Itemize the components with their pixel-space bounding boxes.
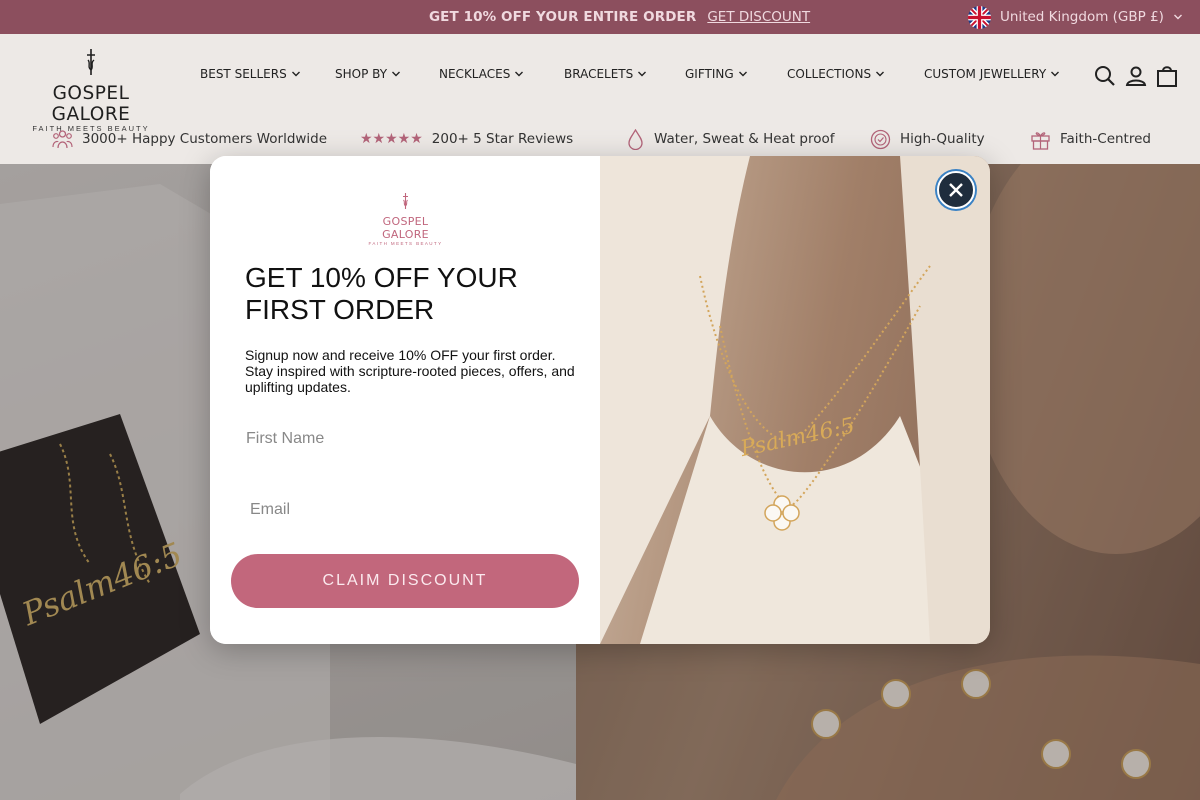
nav-label: BRACELETS [564,67,634,81]
usp-label: 3000+ Happy Customers Worldwide [82,131,328,147]
cross-figure-icon [403,193,408,209]
chevron-down-icon [738,71,747,77]
usp-quality: High-Quality [870,128,985,150]
chevron-down-icon [392,71,401,77]
modal-description: Signup now and receive 10% OFF your firs… [245,347,575,395]
nav-bracelets[interactable]: BRACELETS [564,64,647,84]
announcement-text: GET 10% OFF YOUR ENTIRE ORDER [429,9,697,25]
site-header: GOSPEL GALORE FAITH MEETS BEAUTY BEST SE… [0,34,1200,164]
gift-icon [1031,131,1050,150]
usp-customers: 3000+ Happy Customers Worldwide [52,128,327,150]
modal-logo-text: GOSPEL GALORE [382,215,429,241]
nav-custom-jewellery[interactable]: CUSTOM JEWELLERY [924,64,1060,84]
account-icon[interactable] [1124,64,1148,88]
chevron-down-icon [1051,71,1060,77]
email-input[interactable] [250,493,570,527]
nav-best-sellers[interactable]: BEST SELLERS [200,64,301,84]
nav-gifting[interactable]: GIFTING [685,64,748,84]
chevron-down-icon [291,71,300,77]
droplet-icon [628,128,643,150]
modal-title: GET 10% OFF YOUR FIRST ORDER [245,262,518,325]
announcement-center: GET 10% OFF YOUR ENTIRE ORDER GET DISCOU… [429,0,810,34]
logo-text: GOSPEL GALORE [51,83,131,125]
nav-collections[interactable]: COLLECTIONS [787,64,885,84]
announcement-bar: GET 10% OFF YOUR ENTIRE ORDER GET DISCOU… [0,0,1200,34]
close-icon [949,183,963,197]
usp-reviews: ★★★★★ 200+ 5 Star Reviews [360,128,573,150]
five-star-rating-icon: ★★★★★ [360,131,423,147]
close-modal-button[interactable] [937,171,975,209]
chevron-down-icon [876,71,885,77]
usp-label: 200+ 5 Star Reviews [431,131,574,147]
nav-label: GIFTING [685,67,734,81]
usp-label: Faith-Centred [1060,131,1151,147]
cross-figure-icon [87,49,95,75]
chevron-down-icon [515,71,524,77]
chevron-down-icon [638,71,647,77]
nav-label: BEST SELLERS [200,67,287,81]
country-label: United Kingdom (GBP £) [1000,9,1164,25]
search-icon[interactable] [1093,64,1117,88]
discount-modal: GOSPEL GALORE FAITH MEETS BEAUTY GET 10%… [210,156,990,644]
usp-waterproof: Water, Sweat & Heat proof [626,128,835,150]
modal-logo-tagline: FAITH MEETS BEAUTY [368,241,443,246]
get-discount-link[interactable]: GET DISCOUNT [707,9,810,25]
necklace-pendant-text: Psalm46:5 [737,413,857,462]
usp-label: High-Quality [900,131,985,147]
first-name-input[interactable] [246,422,566,456]
necklace-model-illustration: Psalm46:5 [600,156,990,644]
usp-faith: Faith-Centred [1030,128,1151,150]
chevron-down-icon [1173,14,1182,20]
claim-discount-button[interactable]: CLAIM DISCOUNT [231,554,579,608]
usp-label: Water, Sweat & Heat proof [654,131,835,147]
cart-icon[interactable] [1155,64,1179,88]
nav-shop-by[interactable]: SHOP BY [335,64,401,84]
people-icon [52,130,73,149]
nav-necklaces[interactable]: NECKLACES [439,64,524,84]
modal-logo: GOSPEL GALORE FAITH MEETS BEAUTY [358,192,453,246]
modal-image-necklace: Psalm46:5 [600,156,990,644]
modal-form-panel: GOSPEL GALORE FAITH MEETS BEAUTY GET 10%… [210,156,600,644]
nav-label: NECKLACES [439,67,511,81]
quality-badge-icon [870,129,891,149]
country-selector[interactable]: United Kingdom (GBP £) [968,0,1183,34]
nav-label: SHOP BY [335,67,388,81]
site-logo[interactable]: GOSPEL GALORE FAITH MEETS BEAUTY [25,48,157,133]
uk-flag-icon [968,5,991,29]
nav-label: CUSTOM JEWELLERY [924,67,1047,81]
nav-label: COLLECTIONS [787,67,872,81]
